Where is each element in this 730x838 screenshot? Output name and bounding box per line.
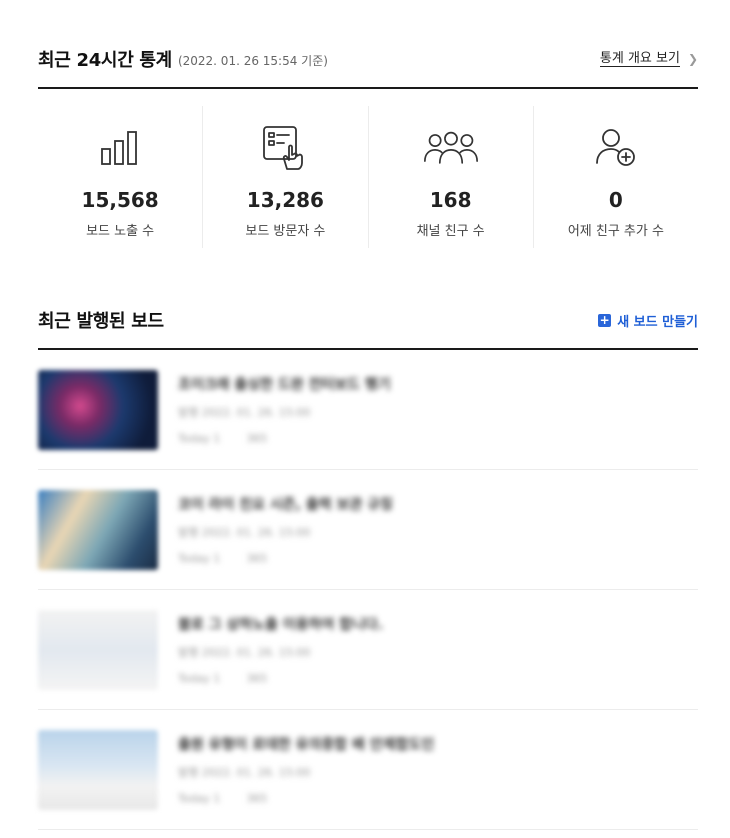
board-stats: Today 1 365 xyxy=(178,432,391,445)
boards-header: 최근 발행된 보드 + 새 보드 만들기 xyxy=(38,307,698,333)
board-meta: 조이크래 출싱한 드완 전터보드 행기 발행 2022. 01. 26. 15:… xyxy=(178,374,391,445)
stat-visitors: 13,286 보드 방문자 수 xyxy=(203,106,369,248)
board-meta: 코이 라이 친요 시즌, 출력 보관 규칭 발행 2022. 01. 26. 1… xyxy=(178,494,393,565)
stats-divider xyxy=(38,87,698,89)
stat-label: 보드 노출 수 xyxy=(86,224,155,239)
stats-timestamp: (2022. 01. 26 15:54 기준) xyxy=(177,54,328,68)
board-title[interactable]: 코이 라이 친요 시즌, 출력 보관 규칭 xyxy=(178,494,393,514)
board-stat-total: 365 xyxy=(246,672,268,685)
stat-value: 0 xyxy=(608,188,623,212)
board-list-item[interactable]: 블로 그 상하노출 이용하여 합니다. 발행 2022. 01. 26. 15:… xyxy=(38,590,698,710)
stats-grid: 15,568 보드 노출 수 13,286 보드 방문자 수 168 채널 친구… xyxy=(38,106,698,248)
board-stats: Today 1 365 xyxy=(178,552,393,565)
chevron-right-icon: ❯ xyxy=(687,52,698,66)
board-stat-total: 365 xyxy=(246,432,268,445)
stat-value: 13,286 xyxy=(246,188,324,212)
board-stat-today: Today 1 xyxy=(178,792,221,805)
board-meta: 출원 유형이 로데한 유의중합 배 안제합도인 발행 2022. 01. 26.… xyxy=(178,734,434,805)
board-date: 발행 2022. 01. 26. 15:00 xyxy=(178,766,311,779)
stats-overview-link[interactable]: 통계 개요 보기 ❯ xyxy=(599,51,698,67)
board-date: 발행 2022. 01. 26. 15:00 xyxy=(178,526,311,539)
board-stats: Today 1 365 xyxy=(178,672,383,685)
board-stat-today: Today 1 xyxy=(178,552,221,565)
stats-title: 최근 24시간 통계 xyxy=(38,50,172,71)
board-thumbnail[interactable] xyxy=(38,369,158,450)
board-thumbnail[interactable] xyxy=(38,489,158,570)
stat-value: 168 xyxy=(429,188,472,212)
bar-chart-icon xyxy=(92,122,148,174)
board-thumbnail[interactable] xyxy=(38,609,158,690)
board-stats: Today 1 365 xyxy=(178,792,434,805)
stat-value: 15,568 xyxy=(81,188,159,212)
board-title[interactable]: 블로 그 상하노출 이용하여 합니다. xyxy=(178,614,383,634)
boards-title: 최근 발행된 보드 xyxy=(38,311,164,332)
board-stat-total: 365 xyxy=(246,552,268,565)
people-group-icon xyxy=(423,122,479,174)
new-board-label: 새 보드 만들기 xyxy=(617,314,698,330)
board-stat-today: Today 1 xyxy=(178,672,221,685)
stat-label: 어제 친구 추가 수 xyxy=(567,224,664,239)
board-list-item[interactable]: 출원 유형이 로데한 유의중합 배 안제합도인 발행 2022. 01. 26.… xyxy=(38,710,698,830)
board-title[interactable]: 출원 유형이 로데한 유의중합 배 안제합도인 xyxy=(178,734,434,754)
stat-impressions: 15,568 보드 노출 수 xyxy=(38,106,204,248)
touch-board-icon xyxy=(257,122,313,174)
stat-label: 채널 친구 수 xyxy=(416,224,485,239)
board-list: 조이크래 출싱한 드완 전터보드 행기 발행 2022. 01. 26. 15:… xyxy=(38,350,698,830)
board-thumbnail[interactable] xyxy=(38,729,158,810)
stat-friends: 168 채널 친구 수 xyxy=(369,106,534,248)
board-date: 발행 2022. 01. 26. 15:00 xyxy=(178,646,311,659)
stats-overview-link-label: 통계 개요 보기 xyxy=(599,51,680,67)
board-list-item[interactable]: 코이 라이 친요 시즌, 출력 보관 규칭 발행 2022. 01. 26. 1… xyxy=(38,470,698,590)
new-board-button[interactable]: + 새 보드 만들기 xyxy=(598,311,698,330)
board-stat-today: Today 1 xyxy=(178,432,221,445)
plus-icon: + xyxy=(598,312,612,327)
board-meta: 블로 그 상하노출 이용하여 합니다. 발행 2022. 01. 26. 15:… xyxy=(178,614,383,685)
board-date: 발행 2022. 01. 26. 15:00 xyxy=(178,406,311,419)
stats-header: 최근 24시간 통계 (2022. 01. 26 15:54 기준) 통계 개요… xyxy=(38,46,698,72)
add-friend-icon xyxy=(588,122,644,174)
stat-label: 보드 방문자 수 xyxy=(245,224,326,239)
board-stat-total: 365 xyxy=(246,792,268,805)
stat-new-friends: 0 어제 친구 추가 수 xyxy=(534,106,698,248)
board-list-item[interactable]: 조이크래 출싱한 드완 전터보드 행기 발행 2022. 01. 26. 15:… xyxy=(38,350,698,470)
board-title[interactable]: 조이크래 출싱한 드완 전터보드 행기 xyxy=(178,374,391,394)
